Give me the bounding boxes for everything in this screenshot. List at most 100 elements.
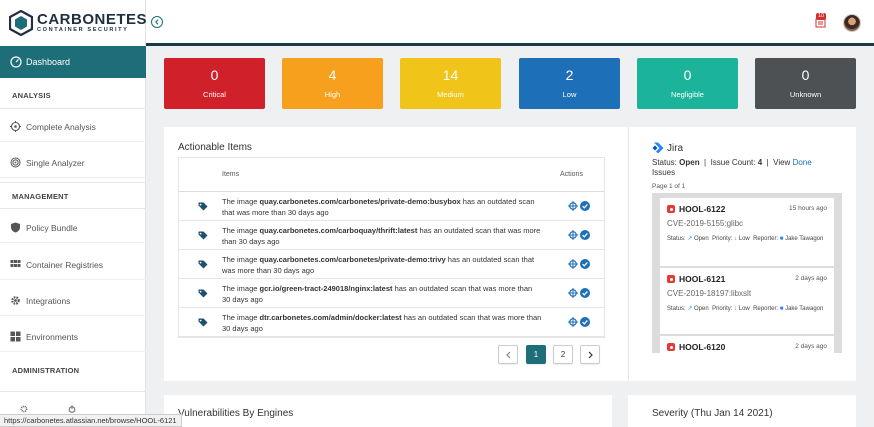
medium-card[interactable]: 14 Medium xyxy=(400,58,501,109)
jira-issue-card[interactable]: HOOL-6121 2 days ago CVE-2019-18197:libx… xyxy=(660,268,834,334)
scan-crosshair-icon[interactable] xyxy=(568,317,578,327)
check-circle-icon[interactable] xyxy=(580,288,590,298)
row-image-name: quay.carbonetes.com/carbonetes/private-d… xyxy=(259,197,461,206)
sidebar-item-label: Single Analyzer xyxy=(26,157,85,168)
dashboard-icon xyxy=(10,56,22,68)
negligible-label: Negligible xyxy=(671,90,704,99)
issue-cve: CVE-2019-18197:libxslt xyxy=(667,289,752,298)
check-circle-icon[interactable] xyxy=(580,201,590,211)
issue-key: HOOL-6122 xyxy=(679,204,726,214)
prev-page-button[interactable] xyxy=(498,345,518,364)
tag-icon xyxy=(198,289,208,298)
row-text: The image quay.carbonetes.com/carbonetes… xyxy=(222,196,542,218)
sidebar-item-label: Dashboard xyxy=(26,57,71,67)
scan-crosshair-icon[interactable] xyxy=(568,259,578,269)
page-2-button[interactable]: 2 xyxy=(553,345,573,364)
scan-crosshair-icon[interactable] xyxy=(568,201,578,211)
brand-name: CARBONETES xyxy=(37,11,148,28)
actionable-table: Items Actions The image quay.carbonetes.… xyxy=(178,157,605,338)
sidebar-item-complete-analysis[interactable]: Complete Analysis xyxy=(0,112,146,142)
table-header: Items Actions xyxy=(179,158,604,192)
user-avatar[interactable] xyxy=(843,14,861,32)
crosshair-icon xyxy=(10,121,21,132)
high-label: High xyxy=(324,90,341,99)
page-1-button[interactable]: 1 xyxy=(526,345,546,364)
chevron-left-icon xyxy=(155,19,159,25)
divider xyxy=(0,208,146,209)
scan-crosshair-icon[interactable] xyxy=(568,288,578,298)
high-card[interactable]: 4 High xyxy=(282,58,383,109)
row-text: The image dtr.carbonetes.com/admin/docke… xyxy=(222,312,542,334)
negligible-count: 0 xyxy=(683,67,692,83)
unknown-count: 0 xyxy=(801,67,810,83)
row-text-prefix: The image xyxy=(222,284,260,293)
power-icon[interactable] xyxy=(68,405,76,413)
row-text-prefix: The image xyxy=(222,313,260,322)
divider xyxy=(0,182,146,183)
row-actions xyxy=(568,230,590,240)
check-circle-icon[interactable] xyxy=(580,317,590,327)
sidebar-item-environments[interactable]: Environments xyxy=(0,322,146,352)
sidebar-item-label: Complete Analysis xyxy=(26,121,96,132)
tag-icon xyxy=(198,231,208,240)
status-label: Status: xyxy=(652,158,677,167)
row-text: The image gcr.io/green-tract-249018/ngin… xyxy=(222,283,542,305)
jira-issue-card[interactable]: HOOL-6122 15 hours ago CVE-2019-5155:gli… xyxy=(660,198,834,266)
sidebar-item-label: Container Registries xyxy=(26,259,104,270)
collapse-sidebar-button[interactable] xyxy=(151,16,163,28)
issue-age: 15 hours ago xyxy=(789,205,827,212)
check-circle-icon[interactable] xyxy=(580,230,590,240)
view-done-link[interactable]: Done xyxy=(793,158,812,167)
environments-icon xyxy=(10,331,21,342)
table-row: The image gcr.io/green-tract-249018/ngin… xyxy=(179,279,604,308)
critical-count: 0 xyxy=(210,67,219,83)
unknown-card[interactable]: 0 Unknown xyxy=(755,58,856,109)
row-text: The image quay.carbonetes.com/carboquay/… xyxy=(222,225,542,247)
jira-issue-list[interactable]: HOOL-6122 15 hours ago CVE-2019-5155:gli… xyxy=(652,193,842,353)
actionable-title: Actionable Items xyxy=(178,142,252,153)
next-page-button[interactable] xyxy=(580,345,600,364)
issue-priority: Low xyxy=(738,306,750,312)
issue-meta: Status: ↗ Open Priority: ↓ Low Reporter:… xyxy=(667,236,824,242)
sidebar-item-label: Environments xyxy=(26,331,78,342)
medium-count: 14 xyxy=(442,67,459,83)
section-management: MANAGEMENT xyxy=(12,192,69,201)
brand-tagline: CONTAINER SECURITY xyxy=(37,27,129,33)
row-image-name: gcr.io/green-tract-249018/nginx:latest xyxy=(259,284,393,293)
negligible-card[interactable]: 0 Negligible xyxy=(637,58,738,109)
gear-icon xyxy=(10,295,21,306)
sidebar-item-integrations[interactable]: Integrations xyxy=(0,286,146,316)
sidebar-item-single-analyzer[interactable]: Single Analyzer xyxy=(0,148,146,178)
row-actions xyxy=(568,259,590,269)
issue-status: Open xyxy=(694,236,709,242)
row-image-name: dtr.carbonetes.com/admin/docker:latest xyxy=(259,313,402,322)
brand-logo[interactable]: CARBONETES CONTAINER SECURITY xyxy=(9,10,147,36)
jira-page-info: Page 1 of 1 xyxy=(652,183,686,190)
sidebar-item-container-registries[interactable]: Container Registries xyxy=(0,250,146,280)
row-actions xyxy=(568,288,590,298)
row-text: The image quay.carbonetes.com/carbonetes… xyxy=(222,254,542,276)
critical-label: Critical xyxy=(203,90,226,99)
table-row: The image quay.carbonetes.com/carbonetes… xyxy=(179,250,604,279)
jira-issue-card[interactable]: HOOL-6120 2 days ago xyxy=(660,336,834,353)
sidebar-item-policy-bundle[interactable]: Policy Bundle xyxy=(0,213,146,243)
target-icon xyxy=(10,157,21,168)
scan-crosshair-icon[interactable] xyxy=(568,230,578,240)
issue-cve: CVE-2019-5155:glibc xyxy=(667,219,744,228)
issue-key: HOOL-6120 xyxy=(679,342,726,352)
grid-icon xyxy=(10,259,21,270)
top-bar xyxy=(146,0,874,44)
issue-count-label: Issue Count: xyxy=(710,158,756,167)
sidebar-item-dashboard[interactable]: Dashboard xyxy=(0,46,146,78)
settings-icon[interactable] xyxy=(20,405,28,413)
notification-badge: 10 xyxy=(816,13,827,20)
row-image-name: quay.carbonetes.com/carboquay/thrift:lat… xyxy=(259,226,418,235)
section-analysis: ANALYSIS xyxy=(12,91,51,100)
issue-age: 2 days ago xyxy=(795,343,827,350)
low-card[interactable]: 2 Low xyxy=(519,58,620,109)
low-label: Low xyxy=(562,90,577,99)
table-row: The image quay.carbonetes.com/carbonetes… xyxy=(179,192,604,221)
row-actions xyxy=(568,317,590,327)
check-circle-icon[interactable] xyxy=(580,259,590,269)
critical-card[interactable]: 0 Critical xyxy=(164,58,265,109)
